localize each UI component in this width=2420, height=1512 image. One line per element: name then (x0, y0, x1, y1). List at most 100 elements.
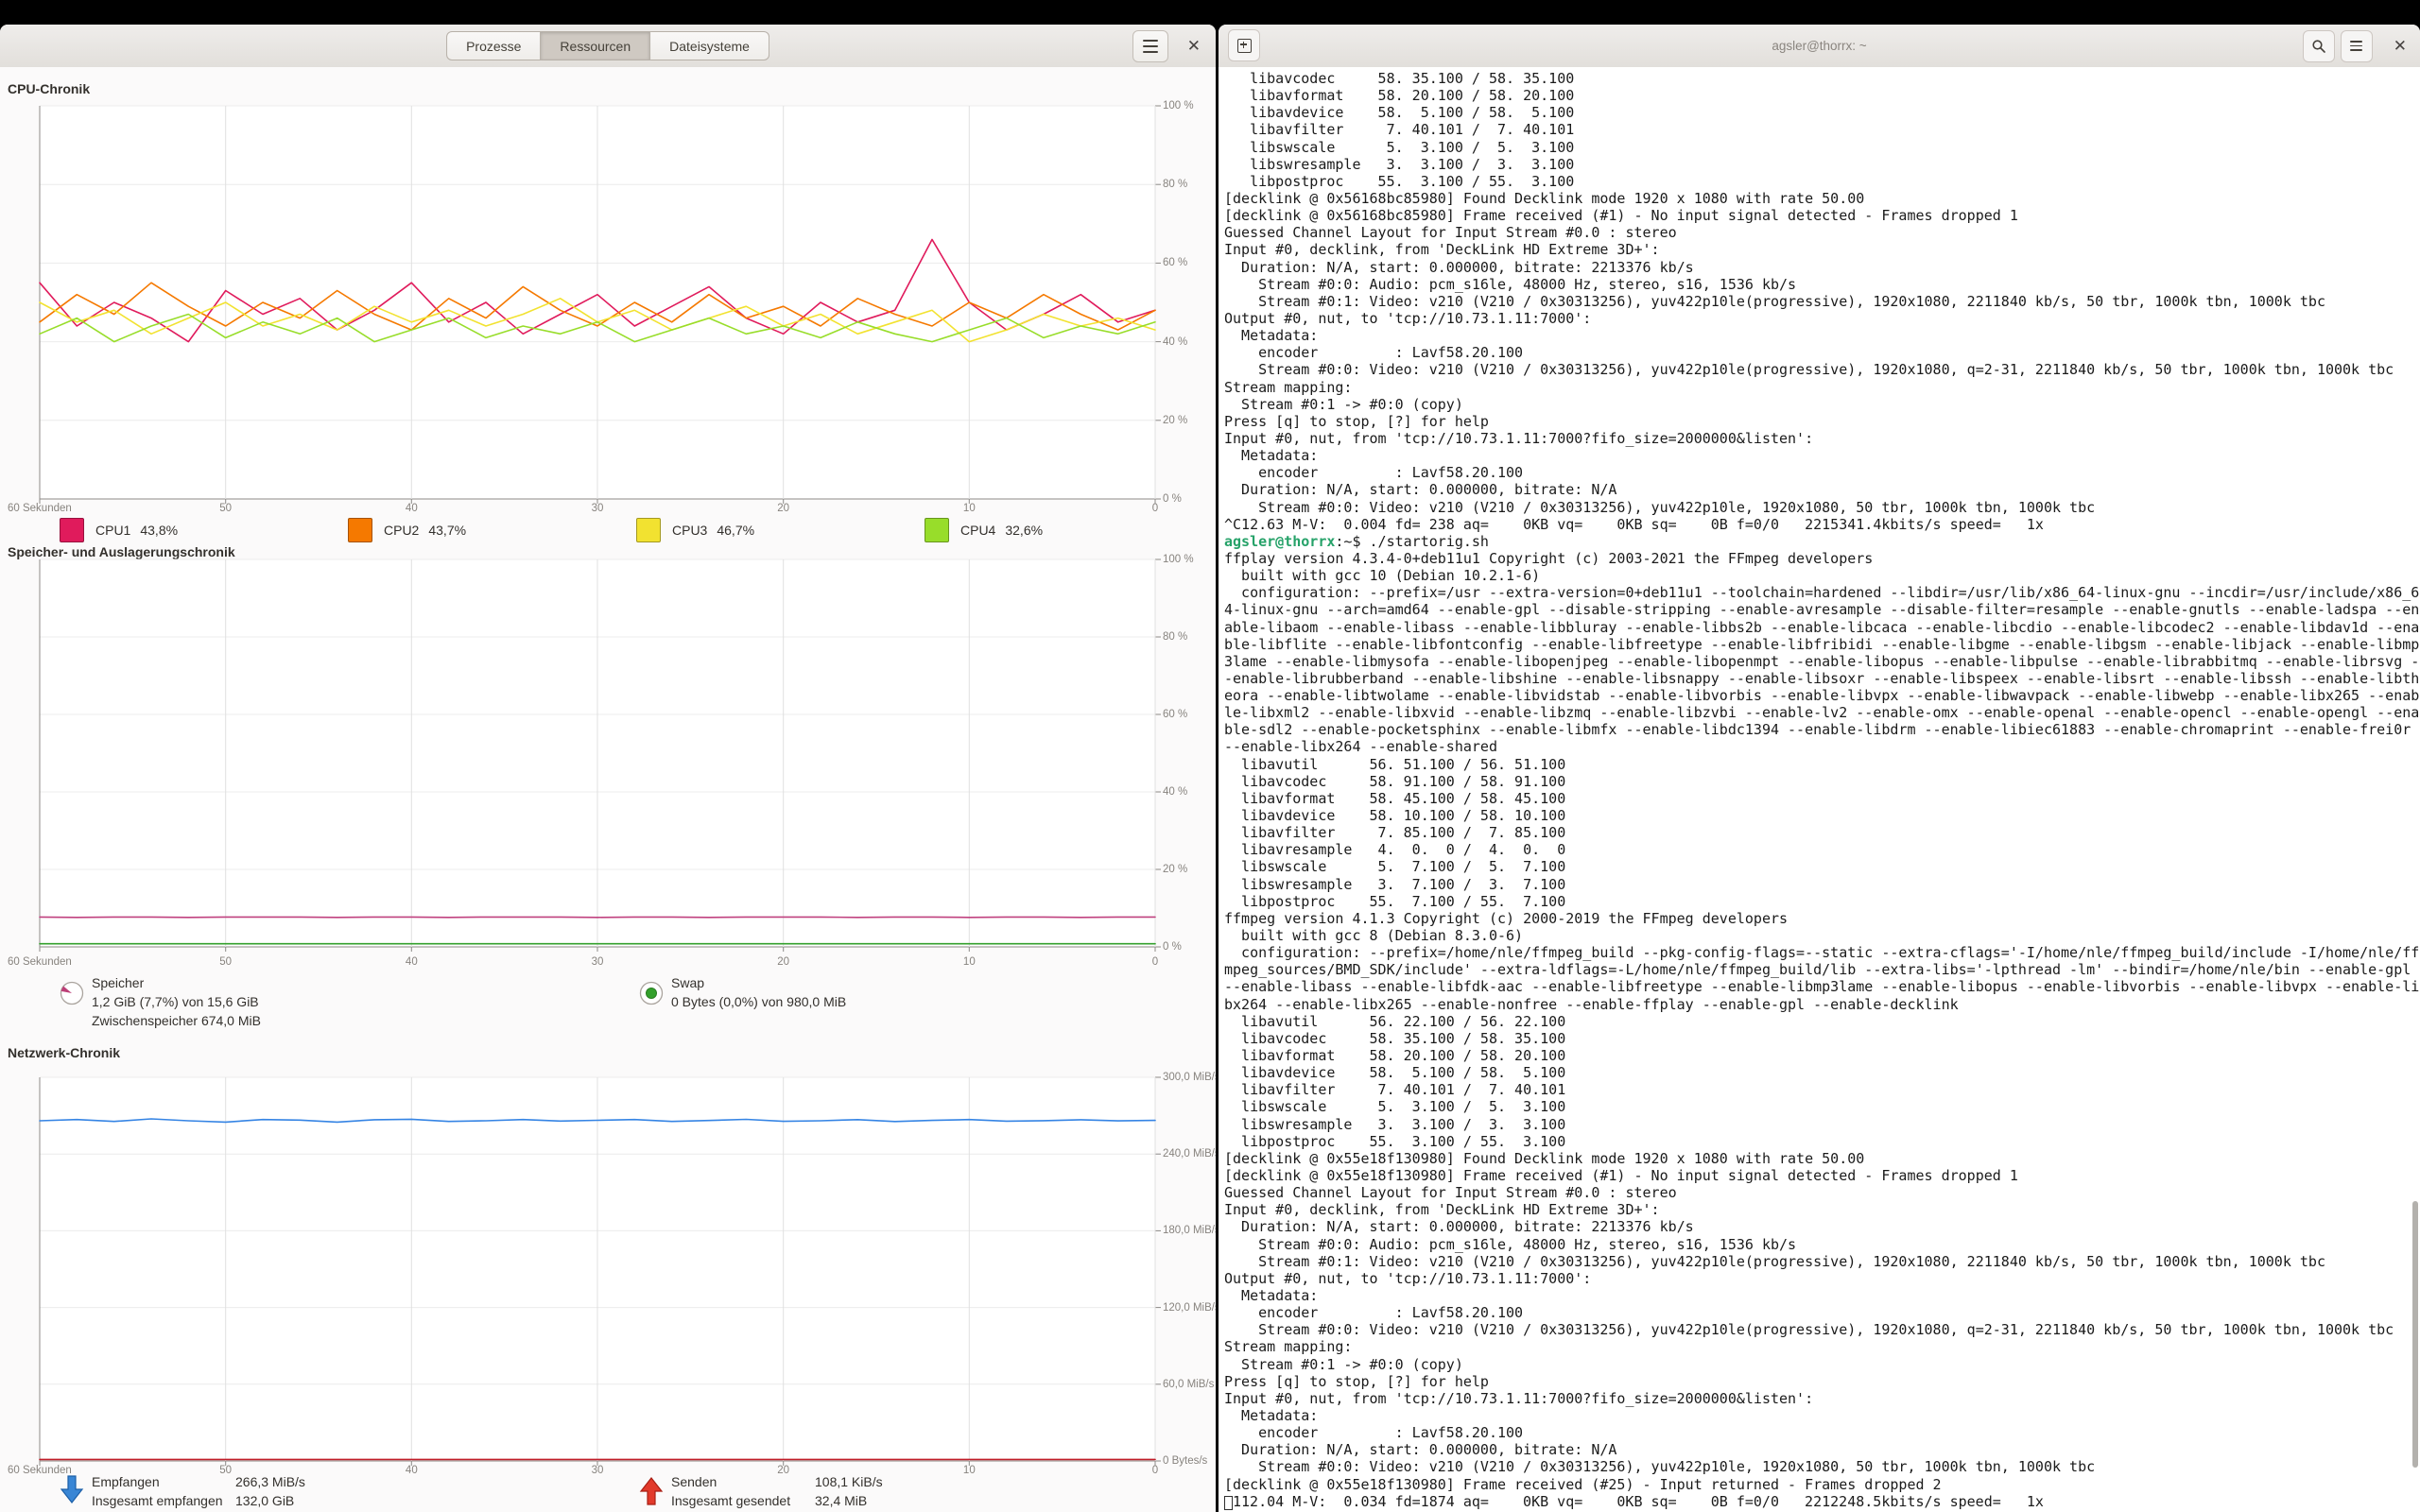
terminal-line: Output #0, nut, to 'tcp://10.73.1.11:700… (1224, 310, 2420, 327)
cpu4-value: 32,6% (1005, 523, 1043, 538)
search-button[interactable] (2303, 30, 2335, 62)
close-button[interactable]: ✕ (1185, 38, 1202, 54)
tab-ressourcen[interactable]: Ressourcen (541, 31, 650, 60)
y-tick-label: 40 % (1163, 786, 1187, 798)
system-monitor-window: Prozesse Ressourcen Dateisysteme ✕ CPU-C… (0, 25, 1216, 1512)
tab-prozesse[interactable]: Prozesse (446, 31, 541, 60)
new-tab-button[interactable] (1228, 29, 1260, 61)
receive-label: Empfangen (92, 1472, 235, 1491)
x-tick-label: 30 (592, 956, 604, 968)
menu-button[interactable] (1132, 30, 1168, 62)
y-tick-label: 0 % (1163, 941, 1182, 953)
terminal-line: libpostproc 55. 3.100 / 55. 3.100 (1224, 1133, 2420, 1150)
terminal-line: Duration: N/A, start: 0.000000, bitrate:… (1224, 259, 2420, 276)
terminal-line: Metadata: (1224, 1407, 2420, 1424)
terminal-hamburger-icon (2350, 41, 2362, 51)
terminal-line: Output #0, nut, to 'tcp://10.73.1.11:700… (1224, 1270, 2420, 1287)
network-legend: Empfangen 266,3 MiB/s Insgesamt empfange… (60, 1472, 1216, 1511)
y-tick-label: 80 % (1163, 179, 1187, 190)
y-tick-label: 300,0 MiB/s (1163, 1072, 1216, 1083)
terminal-line: Stream #0:0: Video: v210 (V210 / 0x30313… (1224, 499, 2420, 516)
terminal-line: libavformat 58. 20.100 / 58. 20.100 (1224, 87, 2420, 104)
terminal-line: -enable-librubberband --enable-libshine … (1224, 670, 2420, 687)
terminal-line: eora --enable-libtwolame --enable-libvid… (1224, 687, 2420, 704)
cpu2-value: 43,7% (428, 523, 466, 538)
cpu3-label: CPU3 (672, 523, 707, 538)
terminal-line: Duration: N/A, start: 0.000000, bitrate:… (1224, 1441, 2420, 1458)
x-tick-label: 20 (777, 503, 789, 514)
terminal-line: Metadata: (1224, 447, 2420, 464)
terminal-line: libavutil 56. 51.100 / 56. 51.100 (1224, 756, 2420, 773)
cpu3-legend-item: CPU3 46,7% (636, 518, 925, 542)
terminal-line: libavdevice 58. 5.100 / 58. 5.100 (1224, 104, 2420, 121)
terminal-line: Stream #0:1 -> #0:0 (copy) (1224, 396, 2420, 413)
memory-legend: Speicher 1,2 GiB (7,7%) von 15,6 GiB Zwi… (60, 973, 1216, 1030)
memory-y-axis: 100 %80 %60 %40 %20 %0 % (1163, 559, 1216, 947)
top-bar (0, 0, 2420, 25)
terminal-line: Stream #0:1: Video: v210 (V210 / 0x30313… (1224, 1253, 2420, 1270)
terminal-output[interactable]: libavcodec 58. 35.100 / 58. 35.100 libav… (1219, 67, 2420, 1512)
memory-x-axis: 60 Sekunden50403020100 (40, 956, 1155, 970)
terminal-line: configuration: --prefix=/home/nle/ffmpeg… (1224, 944, 2420, 961)
memory-usage: 1,2 GiB (7,7%) von 15,6 GiB (92, 992, 261, 1011)
terminal-menu-button[interactable] (2341, 30, 2373, 62)
terminal-line: libavdevice 58. 10.100 / 58. 10.100 (1224, 807, 2420, 824)
terminal-line: Stream #0:1 -> #0:0 (copy) (1224, 1356, 2420, 1373)
terminal-title: agsler@thorrx: ~ (1772, 25, 1866, 67)
terminal-line: Metadata: (1224, 1287, 2420, 1304)
terminal-line: [decklink @ 0x55e18f130980] Found Deckli… (1224, 1150, 2420, 1167)
resources-view: CPU-Chronik 100 %80 %60 %40 %20 %0 % 60 … (0, 67, 1216, 1512)
x-tick-label: 0 (1152, 503, 1158, 514)
terminal-line: Input #0, decklink, from 'DeckLink HD Ex… (1224, 1201, 2420, 1218)
y-tick-label: 60,0 MiB/s (1163, 1379, 1214, 1390)
y-tick-label: 40 % (1163, 336, 1187, 348)
terminal-line: ffplay version 4.3.4-0+deb11u1 Copyright… (1224, 550, 2420, 567)
terminal-line: ble-libflite --enable-libfontconfig --en… (1224, 636, 2420, 653)
terminal-line: Stream #0:0: Audio: pcm_s16le, 48000 Hz,… (1224, 276, 2420, 293)
terminal-line: Input #0, nut, from 'tcp://10.73.1.11:70… (1224, 1390, 2420, 1407)
terminal-line: mpeg_sources/BMD_SDK/include' --extra-ld… (1224, 961, 2420, 978)
terminal-line: libavformat 58. 20.100 / 58. 20.100 (1224, 1047, 2420, 1064)
network-y-axis: 300,0 MiB/s240,0 MiB/s180,0 MiB/s120,0 M… (1163, 1077, 1216, 1461)
terminal-line: [decklink @ 0x56168bc85980] Frame receiv… (1224, 207, 2420, 224)
terminal-line: libavresample 4. 0. 0 / 4. 0. 0 (1224, 841, 2420, 858)
cpu4-label: CPU4 (960, 523, 995, 538)
x-tick-label: 40 (406, 956, 418, 968)
tab-group: Prozesse Ressourcen Dateisysteme (446, 31, 769, 60)
terminal-close-button[interactable]: ✕ (2392, 38, 2409, 54)
terminal-line: Guessed Channel Layout for Input Stream … (1224, 224, 2420, 241)
send-label: Senden (671, 1472, 815, 1491)
terminal-line: Stream mapping: (1224, 379, 2420, 396)
terminal-line: libavdevice 58. 5.100 / 58. 5.100 (1224, 1064, 2420, 1081)
terminal-line: Stream mapping: (1224, 1338, 2420, 1355)
y-tick-label: 120,0 MiB/s (1163, 1302, 1216, 1314)
send-rate: 108,1 KiB/s (815, 1472, 883, 1491)
cpu1-value: 43,8% (140, 523, 178, 538)
terminal-line: libswscale 5. 7.100 / 5. 7.100 (1224, 858, 2420, 875)
terminal-line: libswscale 5. 3.100 / 5. 3.100 (1224, 1098, 2420, 1115)
terminal-line: Duration: N/A, start: 0.000000, bitrate:… (1224, 481, 2420, 498)
cpu4-legend-item: CPU4 32,6% (925, 518, 1213, 542)
terminal-line: Press [q] to stop, [?] for help (1224, 1373, 2420, 1390)
terminal-scrollbar[interactable] (2412, 1201, 2418, 1468)
send-total: 32,4 MiB (815, 1491, 883, 1510)
y-tick-label: 100 % (1163, 100, 1194, 112)
cpu-legend: CPU1 43,8% CPU2 43,7% CPU3 46,7% CPU4 32… (60, 518, 1213, 542)
cpu2-swatch (348, 518, 372, 542)
terminal-line: [decklink @ 0x55e18f130980] Frame receiv… (1224, 1167, 2420, 1184)
terminal-line: Press [q] to stop, [?] for help (1224, 413, 2420, 430)
x-tick-label: 20 (777, 956, 789, 968)
cpu1-swatch (60, 518, 84, 542)
swap-legend-item: Swap 0 Bytes (0,0%) von 980,0 MiB (639, 973, 1216, 1030)
y-tick-label: 180,0 MiB/s (1163, 1225, 1216, 1236)
tab-dateisysteme[interactable]: Dateisysteme (650, 31, 769, 60)
swap-label: Swap (671, 973, 846, 992)
hamburger-icon (1143, 40, 1158, 53)
x-tick-label: 40 (406, 503, 418, 514)
receive-rate: 266,3 MiB/s (235, 1472, 305, 1491)
y-tick-label: 100 % (1163, 554, 1194, 565)
terminal-line: Stream #0:0: Audio: pcm_s16le, 48000 Hz,… (1224, 1236, 2420, 1253)
network-receive-item: Empfangen 266,3 MiB/s Insgesamt empfange… (60, 1472, 639, 1511)
download-arrow-icon (60, 1474, 84, 1511)
receive-total: 132,0 GiB (235, 1491, 305, 1510)
